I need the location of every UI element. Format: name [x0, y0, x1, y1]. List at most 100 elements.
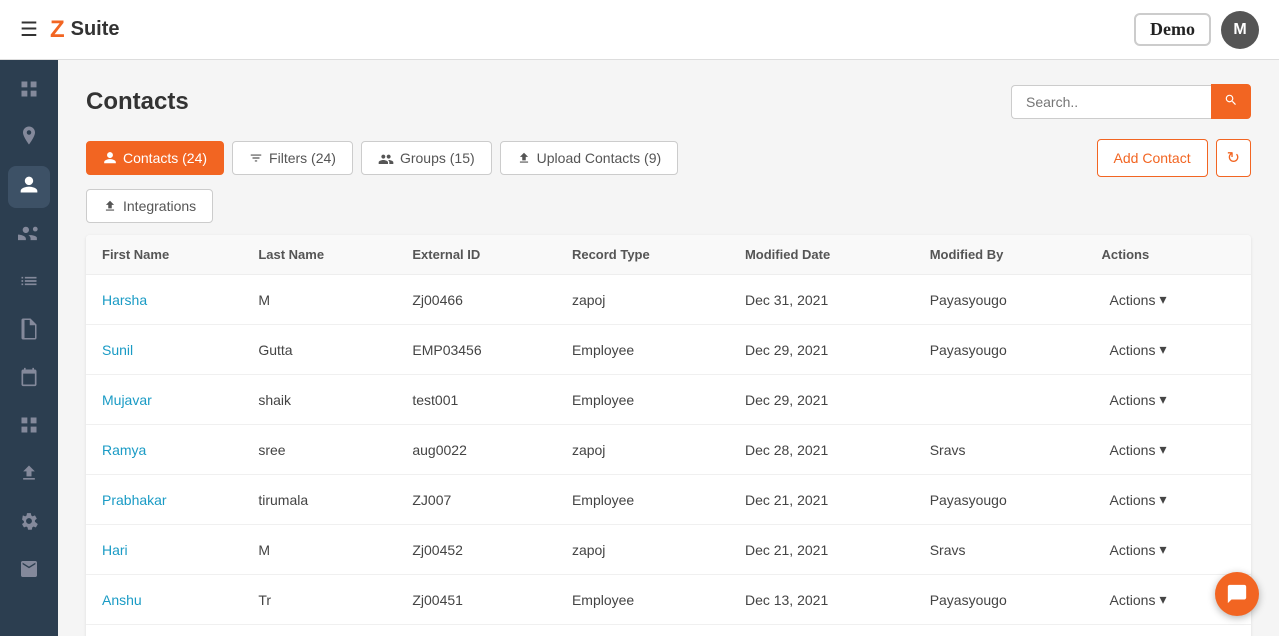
chevron-down-icon: ▾	[1159, 491, 1166, 508]
contacts-tab-button[interactable]: Contacts (24)	[86, 141, 224, 175]
cell-modified-by: Payasyougo	[914, 475, 1086, 525]
cell-modified-date: Dec 28, 2021	[729, 425, 914, 475]
demo-badge: Demo	[1134, 13, 1211, 46]
chevron-down-icon: ▾	[1159, 291, 1166, 308]
chat-bubble[interactable]	[1215, 572, 1259, 616]
cell-external-id: zap0022	[396, 625, 556, 636]
refresh-button[interactable]: ↻	[1216, 139, 1251, 177]
cell-last-name: tirumala	[242, 475, 396, 525]
upload-icon	[19, 463, 39, 488]
page-header: Contacts	[86, 84, 1251, 119]
sidebar-item-apps[interactable]	[8, 406, 50, 448]
menu-icon[interactable]: ☰	[20, 17, 38, 42]
cell-actions: Actions ▾	[1086, 475, 1251, 525]
sidebar-item-contacts[interactable]	[8, 166, 50, 208]
sidebar-item-lists[interactable]	[8, 262, 50, 304]
integrations-button[interactable]: Integrations	[86, 189, 213, 223]
cell-external-id: test001	[396, 375, 556, 425]
cell-external-id: aug0022	[396, 425, 556, 475]
sidebar-item-dashboard[interactable]	[8, 70, 50, 112]
sidebar-item-upload[interactable]	[8, 454, 50, 496]
actions-button[interactable]: Actions ▾	[1102, 487, 1175, 512]
lists-icon	[19, 271, 39, 296]
cell-record-type: Employee	[556, 625, 729, 636]
apps-icon	[19, 415, 39, 440]
actions-button[interactable]: Actions ▾	[1102, 437, 1175, 462]
sidebar-item-settings[interactable]	[8, 502, 50, 544]
cell-external-id: ZJ007	[396, 475, 556, 525]
actions-button[interactable]: Actions ▾	[1102, 287, 1175, 312]
upload-label: Upload Contacts (9)	[537, 150, 662, 166]
cell-last-name: saranya	[242, 625, 396, 636]
col-actions: Actions	[1086, 235, 1251, 275]
cell-record-type: zapoj	[556, 275, 729, 325]
logo-text: Suite	[71, 18, 120, 41]
cell-actions: Actions ▾	[1086, 325, 1251, 375]
contact-link[interactable]: Sunil	[102, 342, 133, 358]
cell-first-name: Anshu	[86, 575, 242, 625]
table-row: Saisaranyazap0022EmployeeDec 10, 2021Pay…	[86, 625, 1251, 636]
chevron-down-icon: ▾	[1159, 341, 1166, 358]
cell-actions: Actions ▾	[1086, 375, 1251, 425]
cell-modified-date: Dec 29, 2021	[729, 325, 914, 375]
cell-record-type: zapoj	[556, 425, 729, 475]
cell-modified-by: Payasyougo	[914, 575, 1086, 625]
cell-first-name: Sai	[86, 625, 242, 636]
logo: Z Suite	[50, 16, 120, 44]
contact-link[interactable]: Harsha	[102, 292, 147, 308]
filters-button[interactable]: Filters (24)	[232, 141, 353, 175]
contact-link[interactable]: Ramya	[102, 442, 146, 458]
cell-modified-date: Dec 13, 2021	[729, 575, 914, 625]
actions-button[interactable]: Actions ▾	[1102, 337, 1175, 362]
logo-z-icon: Z	[50, 16, 65, 44]
cell-record-type: Employee	[556, 325, 729, 375]
cell-last-name: M	[242, 275, 396, 325]
contacts-tab-label: Contacts (24)	[123, 150, 207, 166]
search-button[interactable]	[1211, 84, 1251, 119]
sidebar-item-documents[interactable]	[8, 310, 50, 352]
add-contact-button[interactable]: Add Contact	[1097, 139, 1208, 177]
search-input[interactable]	[1011, 85, 1211, 119]
main-content: Contacts Contacts (24) Filters (24) Grou…	[58, 60, 1279, 636]
contact-link[interactable]: Anshu	[102, 592, 142, 608]
cell-modified-date: Dec 31, 2021	[729, 275, 914, 325]
table-row: Ramyasreeaug0022zapojDec 28, 2021SravsAc…	[86, 425, 1251, 475]
actions-button[interactable]: Actions ▾	[1102, 387, 1175, 412]
cell-last-name: Gutta	[242, 325, 396, 375]
page-title: Contacts	[86, 88, 189, 116]
settings-icon	[19, 511, 39, 536]
sidebar-item-email[interactable]	[8, 550, 50, 592]
contact-link[interactable]: Prabhakar	[102, 492, 167, 508]
cell-modified-by: Payasyougo	[914, 625, 1086, 636]
cell-last-name: Tr	[242, 575, 396, 625]
upload-button[interactable]: Upload Contacts (9)	[500, 141, 679, 175]
email-icon	[19, 561, 39, 582]
cell-first-name: Prabhakar	[86, 475, 242, 525]
contact-link[interactable]: Mujavar	[102, 392, 152, 408]
integrations-row: Integrations	[86, 189, 1251, 223]
avatar[interactable]: M	[1221, 11, 1259, 49]
sidebar-item-location[interactable]	[8, 118, 50, 160]
toolbar: Contacts (24) Filters (24) Groups (15) U…	[86, 139, 1251, 177]
contact-link[interactable]: Hari	[102, 542, 128, 558]
documents-icon	[20, 318, 38, 345]
actions-button[interactable]: Actions ▾	[1102, 537, 1175, 562]
cell-actions: Actions ▾	[1086, 275, 1251, 325]
integrations-label: Integrations	[123, 198, 196, 214]
table-row: HariMZj00452zapojDec 21, 2021SravsAction…	[86, 525, 1251, 575]
sidebar-item-calendar[interactable]	[8, 358, 50, 400]
col-record-type: Record Type	[556, 235, 729, 275]
table-row: PrabhakartirumalaZJ007EmployeeDec 21, 20…	[86, 475, 1251, 525]
groups-button[interactable]: Groups (15)	[361, 141, 492, 175]
actions-button[interactable]: Actions ▾	[1102, 587, 1175, 612]
cell-modified-by: Sravs	[914, 425, 1086, 475]
cell-modified-date: Dec 21, 2021	[729, 525, 914, 575]
cell-first-name: Harsha	[86, 275, 242, 325]
cell-modified-by: Payasyougo	[914, 275, 1086, 325]
filters-label: Filters (24)	[269, 150, 336, 166]
cell-modified-by	[914, 375, 1086, 425]
cell-first-name: Sunil	[86, 325, 242, 375]
sidebar-item-groups[interactable]	[8, 214, 50, 256]
toolbar-right: Add Contact ↻	[1097, 139, 1251, 177]
cell-record-type: zapoj	[556, 525, 729, 575]
